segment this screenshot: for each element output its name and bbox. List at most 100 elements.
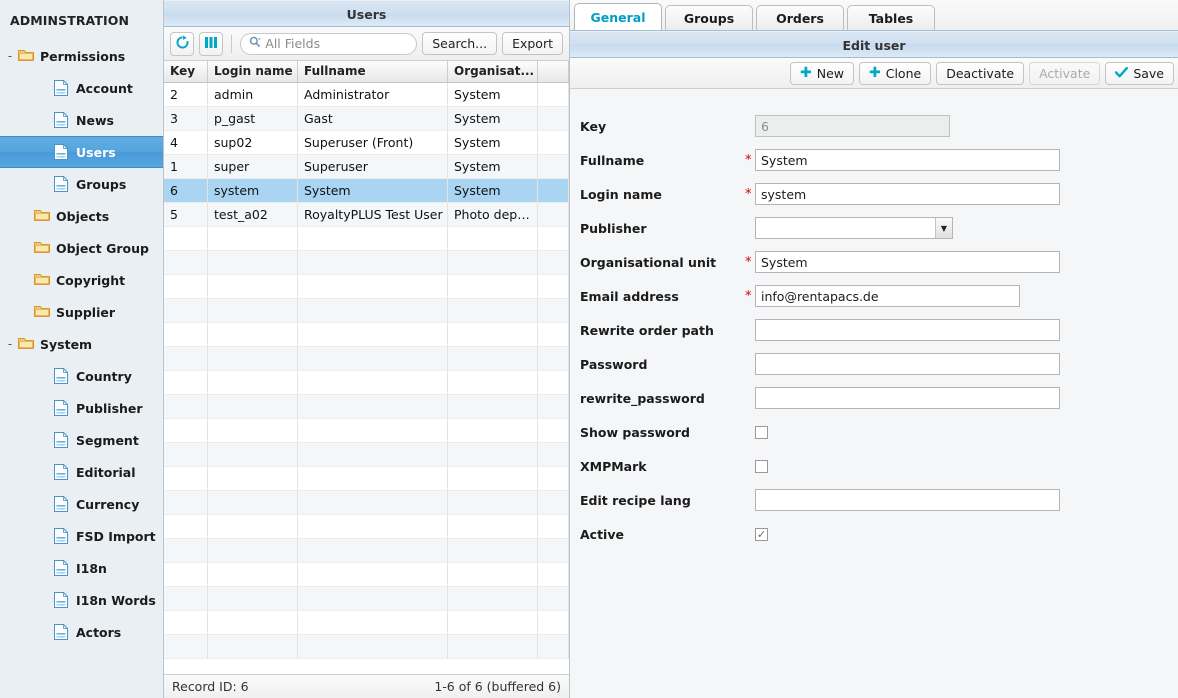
field-input-fullname[interactable] <box>755 149 1060 171</box>
sidebar-item-object-group[interactable]: Object Group <box>0 232 163 264</box>
cell-empty <box>208 635 298 659</box>
required-marker: * <box>745 256 755 269</box>
table-row[interactable]: 4sup02Superuser (Front)System <box>164 131 569 155</box>
sidebar-item-users[interactable]: Users <box>0 136 163 168</box>
cell-empty <box>208 395 298 419</box>
column-header-extra[interactable] <box>538 61 569 82</box>
page-icon <box>54 624 70 640</box>
page-icon <box>54 560 70 576</box>
table-row-empty <box>164 635 569 659</box>
table-row[interactable]: 3p_gastGastSystem <box>164 107 569 131</box>
grid-title: Users <box>164 0 569 27</box>
field-label-active: Active <box>580 527 745 542</box>
column-header-organisation[interactable]: Organisat... <box>448 61 538 82</box>
refresh-button[interactable] <box>170 32 194 56</box>
select-value-publisher[interactable] <box>755 217 953 239</box>
cell-fullname: Superuser <box>298 155 448 179</box>
cell-empty <box>164 347 208 371</box>
sidebar-item-country[interactable]: Country <box>0 360 163 392</box>
save-button[interactable]: Save <box>1105 62 1174 85</box>
cell-empty <box>208 587 298 611</box>
column-header-key[interactable]: Key <box>164 61 208 82</box>
tree-collapse-toggle[interactable]: - <box>2 337 18 351</box>
sidebar-item-account[interactable]: Account <box>0 72 163 104</box>
grid-status-bar: Record ID: 6 1-6 of 6 (buffered 6) <box>164 674 569 698</box>
sidebar-item-groups[interactable]: Groups <box>0 168 163 200</box>
cell-empty <box>164 419 208 443</box>
table-row[interactable]: 1superSuperuserSystem <box>164 155 569 179</box>
required-marker: * <box>745 290 755 303</box>
field-input-rewrite-order-path[interactable] <box>755 319 1060 341</box>
field-checkbox-xmpmark[interactable] <box>755 460 768 473</box>
table-row[interactable]: 6systemSystemSystem <box>164 179 569 203</box>
cell-empty <box>208 443 298 467</box>
sidebar-item-label: Groups <box>76 177 126 192</box>
sidebar-item-i18n[interactable]: I18n <box>0 552 163 584</box>
required-marker: * <box>745 154 755 167</box>
sidebar-item-objects[interactable]: Objects <box>0 200 163 232</box>
new-button[interactable]: ✚New <box>790 62 854 85</box>
field-input-edit-recipe-lang[interactable] <box>755 489 1060 511</box>
field-input-login-name[interactable] <box>755 183 1060 205</box>
cell-empty <box>208 323 298 347</box>
deactivate-button[interactable]: Deactivate <box>936 62 1024 85</box>
cell-empty <box>448 539 538 563</box>
sidebar-item-label: I18n <box>76 561 107 576</box>
sidebar-item-permissions[interactable]: - Permissions <box>0 40 163 72</box>
cell-empty <box>298 419 448 443</box>
field-checkbox-show-password[interactable] <box>755 426 768 439</box>
tree-collapse-toggle[interactable]: - <box>2 49 18 63</box>
page-icon <box>54 368 70 384</box>
cell-empty <box>208 611 298 635</box>
cell-login-name: super <box>208 155 298 179</box>
field-input-rewrite-password[interactable] <box>755 387 1060 409</box>
cell-organisation: Photo depart... <box>448 203 538 227</box>
cell-empty <box>538 299 569 323</box>
column-header-fullname[interactable]: Fullname <box>298 61 448 82</box>
tab-groups[interactable]: Groups <box>665 5 753 30</box>
clone-button[interactable]: ✚Clone <box>859 62 931 85</box>
sidebar-item-system[interactable]: -System <box>0 328 163 360</box>
sidebar-item-fsd-import[interactable]: FSD Import <box>0 520 163 552</box>
cell-empty <box>538 443 569 467</box>
sidebar-item-currency[interactable]: Currency <box>0 488 163 520</box>
cell-empty <box>208 275 298 299</box>
field-checkbox-active[interactable]: ✓ <box>755 528 768 541</box>
cell-empty <box>538 371 569 395</box>
form-row-rewrite-password: rewrite_password <box>580 381 1178 415</box>
column-header-login[interactable]: Login name <box>208 61 298 82</box>
cell-empty <box>164 563 208 587</box>
field-input-password[interactable] <box>755 353 1060 375</box>
cell-empty <box>298 275 448 299</box>
field-input-organisational-unit[interactable] <box>755 251 1060 273</box>
table-row[interactable]: 2adminAdministratorSystem <box>164 83 569 107</box>
search-input[interactable] <box>261 36 408 51</box>
cell-empty <box>448 515 538 539</box>
sidebar-item-publisher[interactable]: Publisher <box>0 392 163 424</box>
search-button[interactable]: Search... <box>422 32 497 55</box>
sidebar-item-news[interactable]: News <box>0 104 163 136</box>
field-input-email-address[interactable] <box>755 285 1020 307</box>
table-row[interactable]: 5test_a02RoyaltyPLUS Test UserPhoto depa… <box>164 203 569 227</box>
tab-tables[interactable]: Tables <box>847 5 935 30</box>
sidebar-item-supplier[interactable]: Supplier <box>0 296 163 328</box>
sidebar-item-copyright[interactable]: Copyright <box>0 264 163 296</box>
sidebar-item-editorial[interactable]: Editorial <box>0 456 163 488</box>
tab-orders[interactable]: Orders <box>756 5 844 30</box>
sidebar-item-label: Permissions <box>40 49 125 64</box>
field-select-publisher[interactable]: ▼ <box>755 217 953 239</box>
cell-empty <box>164 587 208 611</box>
export-button[interactable]: Export <box>502 32 563 55</box>
cell-empty <box>164 371 208 395</box>
tab-general[interactable]: General <box>574 3 662 30</box>
chevron-down-icon[interactable]: ▼ <box>935 218 952 238</box>
sidebar-item-i18n-words[interactable]: I18n Words <box>0 584 163 616</box>
table-row-empty <box>164 323 569 347</box>
search-field-wrapper[interactable] <box>240 33 417 55</box>
sidebar-item-actors[interactable]: Actors <box>0 616 163 648</box>
columns-button[interactable] <box>199 32 223 56</box>
table-row-empty <box>164 419 569 443</box>
form-row-key: Key <box>580 109 1178 143</box>
cell-login-name: p_gast <box>208 107 298 131</box>
sidebar-item-segment[interactable]: Segment <box>0 424 163 456</box>
